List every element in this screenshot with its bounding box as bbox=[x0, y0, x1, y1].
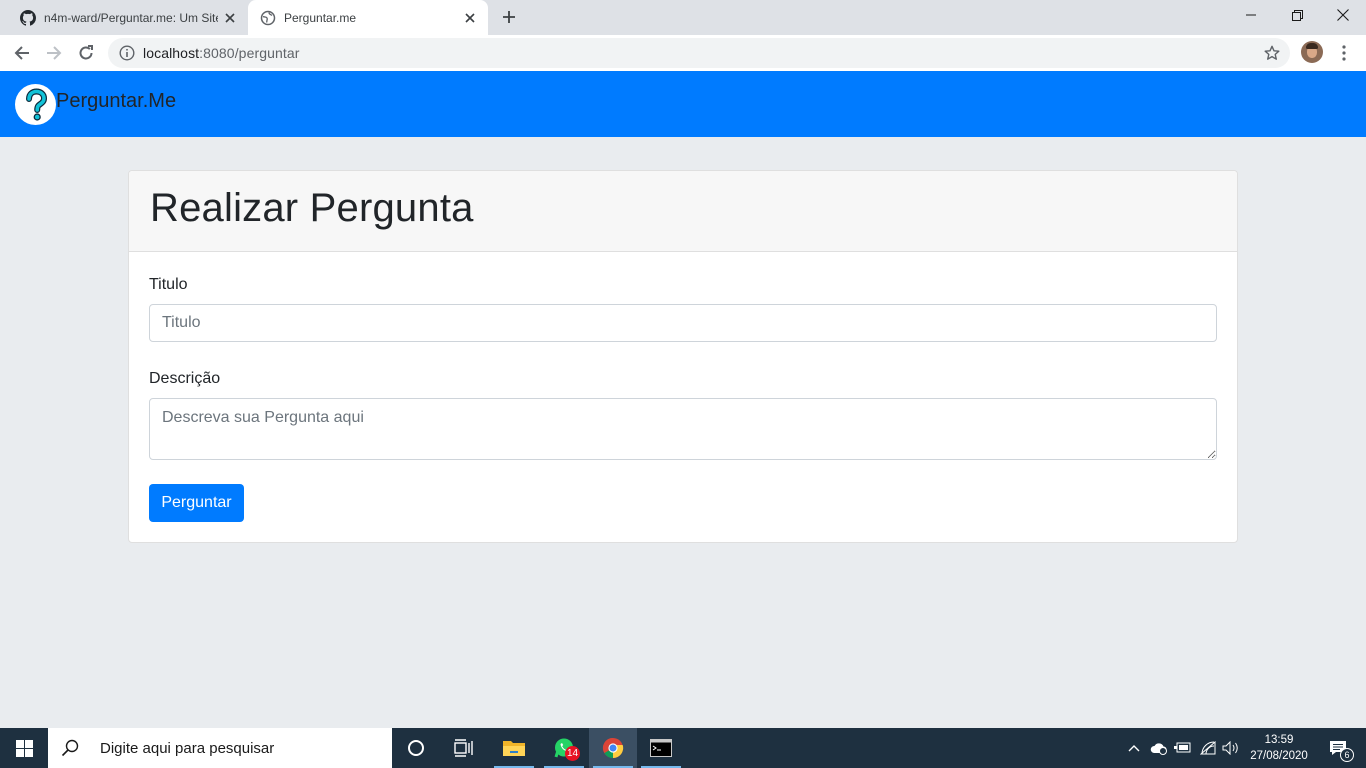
close-icon bbox=[1337, 9, 1349, 21]
title-label: Titulo bbox=[149, 276, 188, 293]
submit-question-button[interactable]: Perguntar bbox=[149, 484, 244, 522]
cortana-circle-icon bbox=[408, 740, 424, 756]
task-view-button[interactable] bbox=[440, 728, 488, 768]
page-title: Realizar Pergunta bbox=[150, 186, 474, 230]
task-view-icon bbox=[454, 739, 473, 757]
forward-button[interactable] bbox=[40, 39, 68, 67]
clock-date: 27/08/2020 bbox=[1250, 750, 1308, 762]
card-header: Realizar Pergunta bbox=[129, 171, 1237, 252]
tab-title: Perguntar.me bbox=[284, 10, 357, 25]
start-button[interactable] bbox=[0, 728, 48, 768]
battery-icon[interactable] bbox=[1172, 728, 1194, 768]
close-tab-icon[interactable] bbox=[458, 6, 482, 30]
plus-icon bbox=[503, 11, 515, 23]
clock-time: 13:59 bbox=[1264, 734, 1294, 746]
wifi-icon[interactable] bbox=[1197, 728, 1219, 768]
url-text: localhost:8080/perguntar bbox=[143, 45, 300, 61]
clock[interactable]: 13:59 27/08/2020 bbox=[1250, 732, 1308, 764]
chrome-button[interactable] bbox=[589, 728, 637, 768]
onedrive-icon[interactable] bbox=[1148, 728, 1170, 768]
globe-icon bbox=[260, 10, 276, 26]
back-arrow-icon bbox=[14, 46, 29, 60]
tab-title: n4m-ward/Perguntar.me: Um Site bbox=[44, 10, 218, 25]
tab-github[interactable]: n4m-ward/Perguntar.me: Um Site bbox=[8, 0, 248, 35]
brand-name[interactable]: Perguntar.Me bbox=[56, 90, 176, 113]
browser-menu-icon[interactable] bbox=[1332, 41, 1356, 65]
forward-arrow-icon bbox=[47, 46, 62, 60]
profile-avatar[interactable] bbox=[1301, 41, 1323, 63]
question-mark-icon[interactable] bbox=[15, 84, 56, 125]
info-icon[interactable] bbox=[119, 45, 135, 61]
browser-toolbar: localhost:8080/perguntar bbox=[0, 35, 1366, 71]
address-bar[interactable]: localhost:8080/perguntar bbox=[108, 38, 1290, 68]
file-explorer-button[interactable] bbox=[490, 728, 538, 768]
site-navbar: Perguntar.Me bbox=[0, 71, 1366, 137]
tab-perguntar[interactable]: Perguntar.me bbox=[248, 0, 488, 35]
folder-icon bbox=[503, 741, 525, 756]
windows-taskbar: Digite aqui para pesquisar 14 13:59 27/0 bbox=[0, 728, 1366, 768]
terminal-icon bbox=[650, 739, 672, 757]
cortana-button[interactable] bbox=[392, 728, 440, 768]
chevron-up-icon bbox=[1128, 745, 1140, 752]
show-hidden-icons-button[interactable] bbox=[1124, 728, 1144, 768]
whatsapp-badge: 14 bbox=[565, 746, 581, 761]
action-center-button[interactable]: 6 bbox=[1318, 728, 1358, 768]
description-label: Descrição bbox=[149, 370, 221, 387]
windows-logo-icon bbox=[15, 739, 33, 757]
url-host: localhost bbox=[143, 45, 200, 61]
url-path: :8080/perguntar bbox=[199, 45, 300, 61]
restore-icon bbox=[1291, 9, 1303, 21]
back-button[interactable] bbox=[8, 39, 36, 67]
browser-tab-strip: n4m-ward/Perguntar.me: Um Site Perguntar… bbox=[0, 0, 1366, 35]
reload-button[interactable] bbox=[72, 39, 100, 67]
new-tab-button[interactable] bbox=[497, 5, 521, 29]
bookmark-star-icon[interactable] bbox=[1264, 45, 1280, 61]
terminal-button[interactable] bbox=[637, 728, 685, 768]
restore-button[interactable] bbox=[1274, 0, 1320, 30]
volume-icon[interactable] bbox=[1220, 728, 1242, 768]
close-window-button[interactable] bbox=[1320, 0, 1366, 30]
taskbar-search-box[interactable]: Digite aqui para pesquisar bbox=[48, 728, 392, 768]
minimize-icon bbox=[1246, 14, 1256, 16]
github-icon bbox=[20, 9, 36, 26]
title-input[interactable] bbox=[149, 304, 1217, 342]
question-form-card: Realizar Pergunta Titulo Descrição Pergu… bbox=[128, 170, 1238, 543]
reload-icon bbox=[79, 45, 93, 60]
notification-count: 6 bbox=[1340, 748, 1354, 762]
search-placeholder: Digite aqui para pesquisar bbox=[100, 739, 275, 757]
whatsapp-button[interactable]: 14 bbox=[540, 728, 588, 768]
minimize-button[interactable] bbox=[1228, 0, 1274, 30]
description-textarea[interactable] bbox=[149, 398, 1217, 460]
chrome-icon bbox=[602, 737, 624, 759]
close-tab-icon[interactable] bbox=[218, 6, 242, 30]
search-icon bbox=[60, 738, 80, 758]
